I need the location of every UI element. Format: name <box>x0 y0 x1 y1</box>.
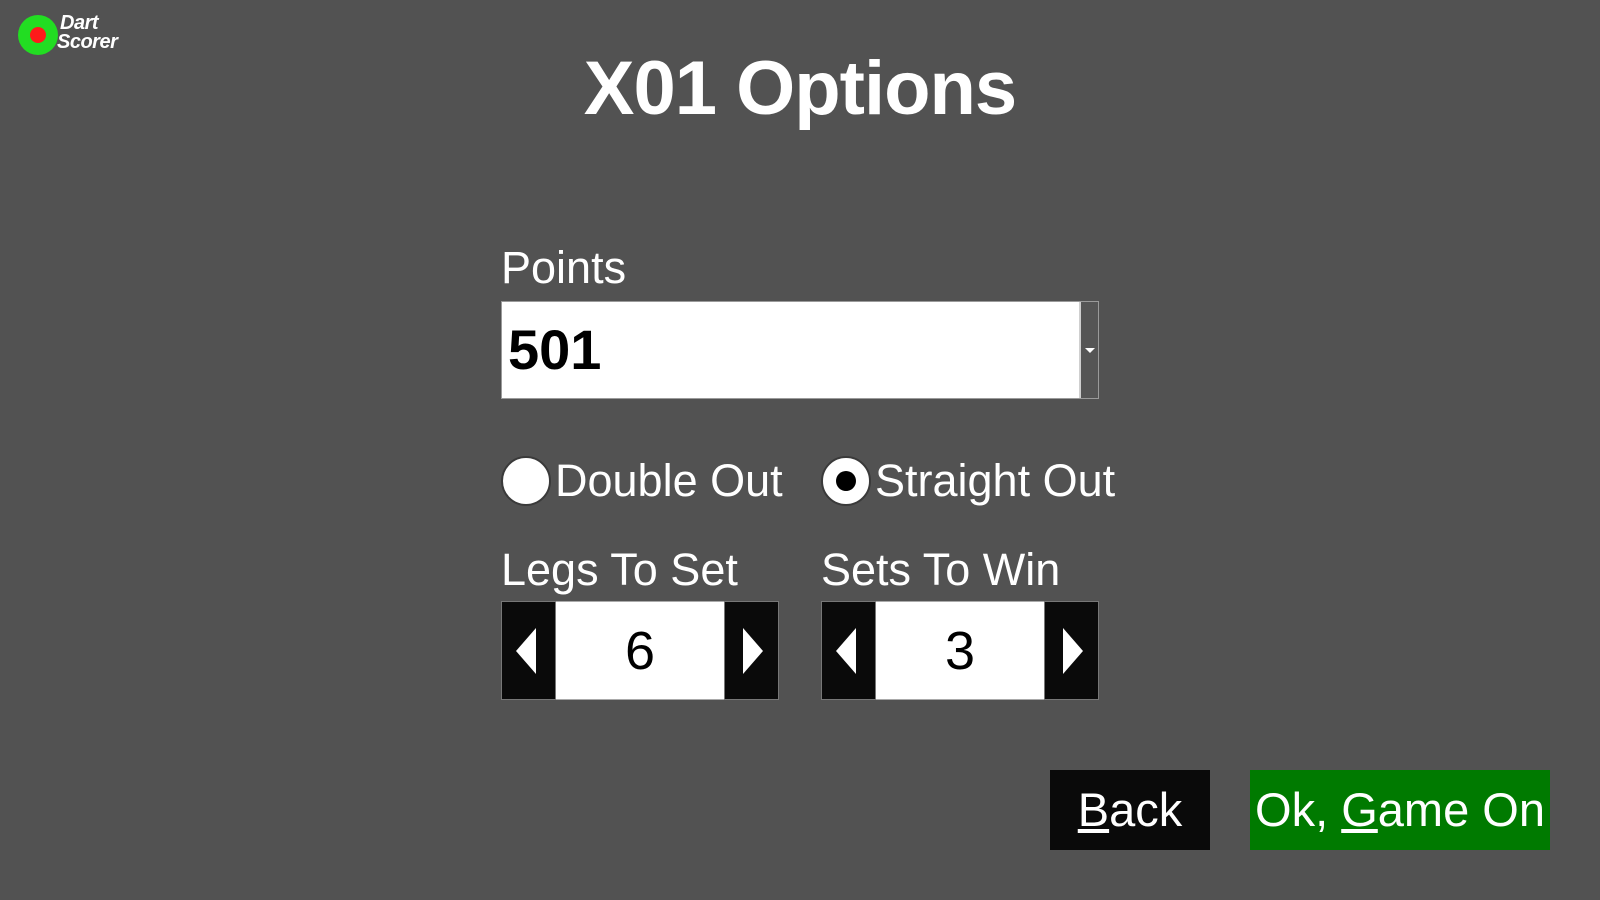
triangle-left-icon <box>516 628 536 674</box>
back-label-rest: ack <box>1109 783 1183 836</box>
straight-out-label[interactable]: Straight Out <box>875 455 1115 507</box>
double-out-radio-circle[interactable] <box>501 456 551 506</box>
sets-decrement-button[interactable] <box>821 601 876 700</box>
double-out-label[interactable]: Double Out <box>555 455 783 507</box>
sets-to-win-stepper: 3 <box>821 601 1099 700</box>
points-selected-value: 501 <box>508 318 602 381</box>
ok-game-on-button[interactable]: Ok, Game On <box>1250 770 1550 850</box>
straight-out-radio-circle[interactable] <box>821 456 871 506</box>
legs-increment-button[interactable] <box>724 601 779 700</box>
triangle-left-icon <box>836 628 856 674</box>
legs-to-set-value[interactable]: 6 <box>556 601 724 700</box>
legs-to-set-stepper: 6 <box>501 601 779 700</box>
sets-increment-button[interactable] <box>1044 601 1099 700</box>
chevron-down-icon <box>1085 348 1095 353</box>
bullseye-dot <box>30 27 46 43</box>
back-button[interactable]: Back <box>1050 770 1210 850</box>
ok-label-rest: ame On <box>1377 783 1545 836</box>
ok-label-prefix: Ok, <box>1255 783 1342 836</box>
straight-out-radio[interactable]: Straight Out <box>821 455 1115 507</box>
triangle-right-icon <box>1063 628 1083 674</box>
points-label: Points <box>501 242 627 293</box>
legs-decrement-button[interactable] <box>501 601 556 700</box>
ok-mnemonic: G <box>1341 783 1378 836</box>
back-mnemonic: B <box>1077 783 1110 836</box>
points-dropdown[interactable]: 501 <box>501 301 1099 399</box>
double-out-radio[interactable]: Double Out <box>501 455 783 507</box>
legs-to-set-label: Legs To Set <box>501 544 738 595</box>
sets-to-win-label: Sets To Win <box>821 544 1061 595</box>
points-dropdown-button[interactable] <box>1079 302 1098 398</box>
radio-selected-dot <box>836 471 856 491</box>
sets-to-win-value[interactable]: 3 <box>876 601 1044 700</box>
page-title: X01 Options <box>583 46 1017 131</box>
triangle-right-icon <box>743 628 763 674</box>
